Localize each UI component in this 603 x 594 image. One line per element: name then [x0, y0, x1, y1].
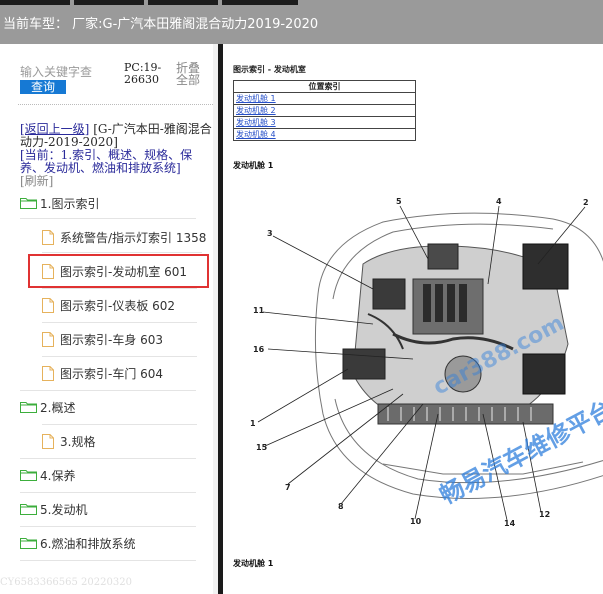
- back-link[interactable]: [返回上一级]: [20, 122, 89, 136]
- table-header: 位置索引: [233, 80, 416, 93]
- document-viewer: 图示索引 - 发动机室 位置索引 发动机舱 1 发动机舱 2 发动机舱 3 发动…: [223, 44, 603, 594]
- tree-separator: [20, 560, 196, 561]
- tree-folder-1-index[interactable]: 1.图示索引: [20, 186, 99, 220]
- document-icon: [42, 433, 54, 449]
- callout-10: 10: [410, 517, 422, 526]
- tree-separator: [42, 252, 202, 253]
- tree-folder-6-fuel-emissions[interactable]: 6.燃油和排放系统: [20, 526, 135, 560]
- callout-1: 1: [250, 419, 256, 428]
- window-tab[interactable]: [222, 0, 298, 5]
- callout-3: 3: [267, 229, 273, 238]
- window-tab[interactable]: [74, 0, 144, 5]
- tree-item-label: 1.图示索引: [40, 196, 100, 211]
- tree-separator: [20, 218, 196, 219]
- callout-15: 15: [256, 443, 268, 452]
- location-link[interactable]: 发动机舱 1: [233, 92, 416, 105]
- folder-icon: [20, 402, 37, 413]
- callout-7: 7: [285, 483, 291, 492]
- tree-item-label: 3.规格: [60, 434, 96, 449]
- table-row: 发动机舱 1: [233, 92, 416, 105]
- figure-label: 发动机舱 1: [233, 161, 274, 170]
- folder-icon: [20, 538, 37, 549]
- callout-2: 2: [583, 198, 589, 207]
- navigation-breadcrumb: [返回上一级] [G-广汽本田-雅阁混合动力-2019-2020] [当前：1.…: [20, 123, 215, 188]
- tree-item-label: 2.概述: [40, 400, 76, 415]
- location-index-table: 位置索引 发动机舱 1 发动机舱 2 发动机舱 3 发动机舱 4: [233, 80, 416, 141]
- table-row: 发动机舱 4: [233, 128, 416, 141]
- window-tab[interactable]: [148, 0, 218, 5]
- tree-folder-4-maintenance[interactable]: 4.保养: [20, 458, 75, 492]
- selected-item-highlight: [28, 254, 209, 288]
- engine-compartment-diagram: 5 4 2 3 11 16 1 15 7 8 10 14 12 畅易汽车维修平台…: [250, 197, 603, 528]
- query-button[interactable]: 查询: [20, 80, 66, 94]
- left-navigation-panel: 查询 PC:19-26630 折叠全部 [返回上一级] [G-广汽本田-雅阁混合…: [0, 44, 218, 594]
- location-link[interactable]: 发动机舱 3: [233, 116, 416, 129]
- callout-4: 4: [496, 197, 502, 206]
- table-row: 发动机舱 3: [233, 116, 416, 129]
- folder-icon: [20, 504, 37, 515]
- model-header-bar: 当前车型： 厂家:G-广汽本田雅阁混合动力2019-2020: [0, 0, 603, 44]
- callout-11: 11: [253, 306, 265, 315]
- callout-5: 5: [396, 197, 402, 206]
- tree-item-label: 系统警告/指示灯索引 1358: [60, 230, 207, 245]
- window-tab-strip: [0, 0, 300, 5]
- document-icon: [42, 365, 54, 381]
- document-icon: [42, 331, 54, 347]
- callout-16: 16: [253, 345, 265, 354]
- location-link[interactable]: 发动机舱 4: [233, 128, 416, 141]
- tree-doc-dashboard-index[interactable]: 图示索引-仪表板 602: [42, 288, 175, 322]
- document-icon: [42, 229, 54, 245]
- search-input[interactable]: [20, 64, 94, 80]
- tree-item-label: 5.发动机: [40, 502, 88, 517]
- callout-12: 12: [539, 510, 550, 519]
- tree-item-label: 图示索引-仪表板 602: [60, 298, 176, 313]
- footer-watermark-text: CY6583366565 20220320: [0, 577, 132, 588]
- tree-item-label: 图示索引-车身 603: [60, 332, 164, 347]
- tree-item-label: 图示索引-车门 604: [60, 366, 164, 381]
- tree-doc-door-index[interactable]: 图示索引-车门 604: [42, 356, 163, 390]
- callout-14: 14: [504, 519, 516, 528]
- callout-8: 8: [338, 502, 344, 511]
- tree-item-label: 6.燃油和排放系统: [40, 536, 136, 551]
- tree-doc-body-index[interactable]: 图示索引-车身 603: [42, 322, 163, 356]
- tree-folder-5-engine[interactable]: 5.发动机: [20, 492, 87, 526]
- tree-folder-2-overview[interactable]: 2.概述: [20, 390, 75, 424]
- location-link[interactable]: 发动机舱 2: [233, 104, 416, 117]
- section-title: 图示索引 - 发动机室: [233, 65, 306, 74]
- current-location-text: [当前：1.索引、概述、规格、保养、发动机、燃油和排放系统]: [20, 148, 193, 175]
- tree-doc-specs[interactable]: 3.规格: [42, 424, 95, 458]
- divider-line: [18, 104, 213, 105]
- tree-doc-warning-index[interactable]: 系统警告/指示灯索引 1358: [42, 220, 206, 254]
- table-row: 发动机舱 2: [233, 104, 416, 117]
- collapse-all-link[interactable]: 折叠全部: [176, 62, 210, 86]
- folder-icon: [20, 470, 37, 481]
- current-model-title: 当前车型： 厂家:G-广汽本田雅阁混合动力2019-2020: [3, 17, 319, 32]
- window-tab[interactable]: [0, 0, 70, 5]
- pc-info-text: PC:19-26630: [124, 61, 162, 86]
- figure-label-bottom: 发动机舱 1: [233, 559, 274, 568]
- document-icon: [42, 297, 54, 313]
- tree-item-label: 4.保养: [40, 468, 76, 483]
- folder-icon: [20, 198, 37, 209]
